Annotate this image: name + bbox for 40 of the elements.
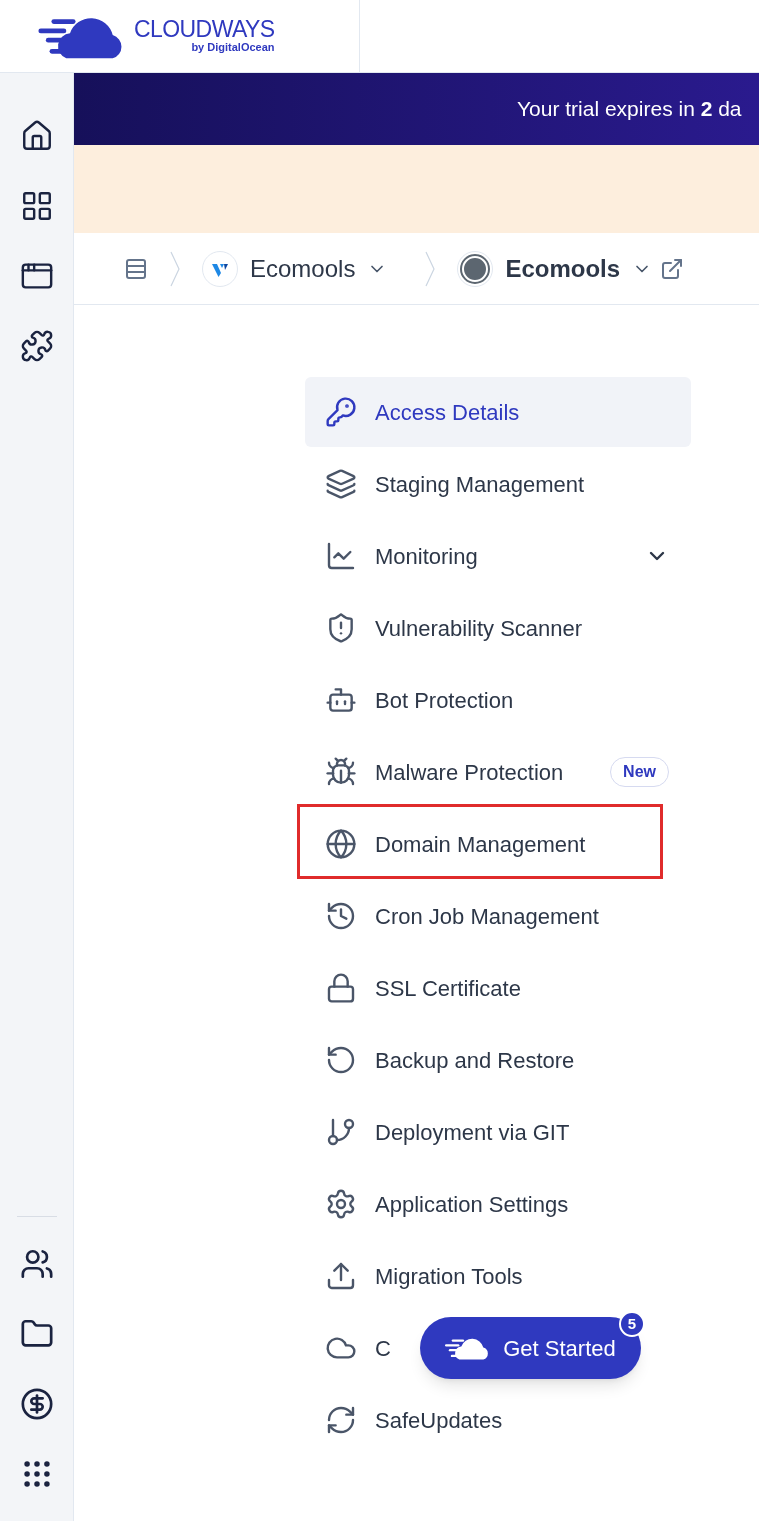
brand-name: CLOUDWAYS <box>134 17 275 41</box>
menu-item[interactable]: Deployment via GIT <box>305 1097 691 1167</box>
menu-item[interactable]: Malware Protection New <box>305 737 691 807</box>
key-icon <box>325 396 357 428</box>
brand-byline: by DigitalOcean <box>191 40 275 55</box>
menu-item[interactable]: Domain Management <box>305 809 691 879</box>
menu-item[interactable]: Access Details <box>305 377 691 447</box>
team-icon[interactable] <box>19 1247 54 1281</box>
globe-icon <box>325 828 357 860</box>
breadcrumb-dropdown[interactable]: Ecomools <box>457 250 653 287</box>
line-chart-icon <box>325 540 357 572</box>
menu-item[interactable]: Backup and Restore <box>305 1025 691 1095</box>
dollar-icon[interactable] <box>19 1387 54 1421</box>
separator-icon <box>170 250 180 287</box>
server-list-icon[interactable] <box>124 256 148 281</box>
history-icon <box>325 900 357 932</box>
restore-icon <box>325 1044 357 1076</box>
settings-icon <box>325 1188 357 1220</box>
puzzle-icon[interactable] <box>19 329 54 363</box>
menu-item[interactable]: Cron Job Management <box>305 881 691 951</box>
bug-icon <box>325 756 357 788</box>
menu-item[interactable]: SafeUpdates <box>305 1385 691 1455</box>
menu-item[interactable]: Staging Management <box>305 449 691 519</box>
menu-item[interactable]: Vulnerability Scanner <box>305 593 691 663</box>
separator-icon <box>425 250 436 287</box>
menu-item[interactable]: SSL Certificate <box>305 953 691 1023</box>
menu-item[interactable]: Monitoring <box>305 521 691 591</box>
branch-icon <box>325 1116 357 1148</box>
external-link-icon[interactable] <box>660 256 685 281</box>
count-badge: 5 <box>619 1311 645 1337</box>
layers-icon <box>325 468 357 500</box>
menu-item[interactable]: Migration Tools <box>305 1241 691 1311</box>
menu-item[interactable]: C <box>305 1313 413 1383</box>
trial-message: Your trial expires in 2 da <box>517 96 742 123</box>
breadcrumb-dropdown[interactable]: Ecomools <box>202 250 388 287</box>
refresh-icon <box>325 1404 357 1436</box>
upload-icon <box>325 1260 357 1292</box>
menu-item[interactable]: Bot Protection <box>305 665 691 735</box>
lock-icon <box>325 972 357 1004</box>
menu-item[interactable]: Application Settings <box>305 1169 691 1239</box>
